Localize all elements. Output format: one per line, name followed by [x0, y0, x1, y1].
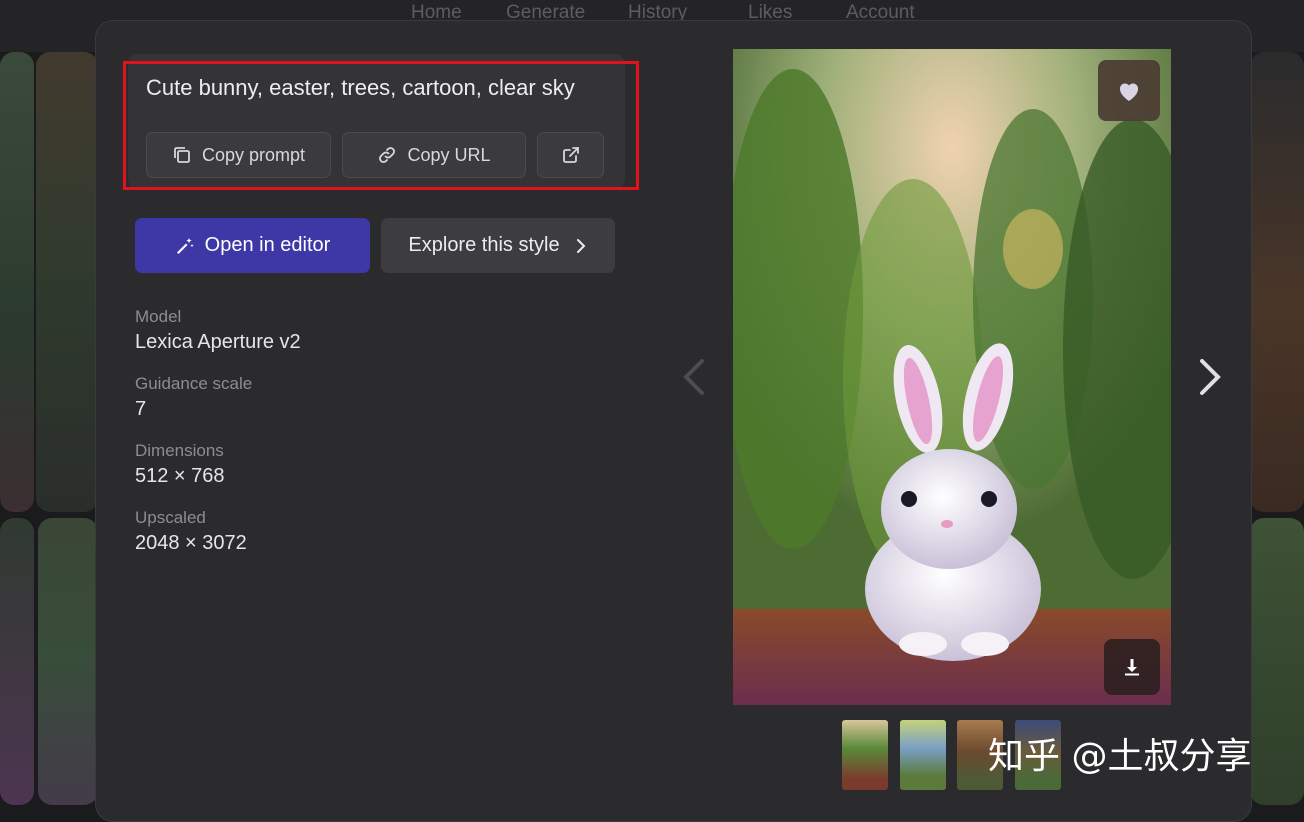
upscaled-label: Upscaled — [135, 508, 206, 527]
gallery-card — [1250, 518, 1304, 805]
heart-icon — [1119, 82, 1139, 101]
magic-wand-icon — [176, 237, 194, 254]
thumbnail-1[interactable] — [842, 720, 888, 790]
gallery-card — [38, 518, 98, 805]
bunny-illustration — [733, 49, 1171, 705]
watermark-text: 知乎 @土叔分享 — [988, 736, 1252, 777]
gallery-card — [1250, 52, 1304, 512]
download-icon — [1125, 659, 1139, 676]
prompt-highlight-box — [123, 61, 639, 190]
upscaled-value: 2048 × 3072 — [135, 532, 247, 554]
gallery-card — [0, 518, 34, 805]
previous-image-button[interactable] — [674, 352, 714, 402]
gallery-card — [36, 52, 98, 512]
explore-style-button[interactable]: Explore this style — [381, 218, 615, 273]
thumbnail-2[interactable] — [900, 720, 946, 790]
dimensions-label: Dimensions — [135, 441, 224, 460]
gallery-card — [0, 52, 34, 512]
like-button[interactable] — [1098, 60, 1160, 121]
generated-image[interactable] — [733, 49, 1171, 705]
chevron-left-icon — [683, 359, 704, 395]
download-button[interactable] — [1104, 639, 1160, 695]
guidance-scale-value: 7 — [135, 398, 147, 420]
chevron-right-icon — [1200, 359, 1221, 395]
dimensions-value: 512 × 768 — [135, 465, 225, 487]
model-label: Model — [135, 307, 182, 326]
model-value: Lexica Aperture v2 — [135, 331, 301, 353]
chevron-right-icon — [576, 238, 585, 253]
guidance-scale-label: Guidance scale — [135, 374, 253, 393]
open-in-editor-label: Open in editor — [204, 234, 331, 256]
explore-style-label: Explore this style — [408, 234, 560, 256]
open-in-editor-button[interactable]: Open in editor — [135, 218, 370, 273]
next-image-button[interactable] — [1190, 352, 1230, 402]
